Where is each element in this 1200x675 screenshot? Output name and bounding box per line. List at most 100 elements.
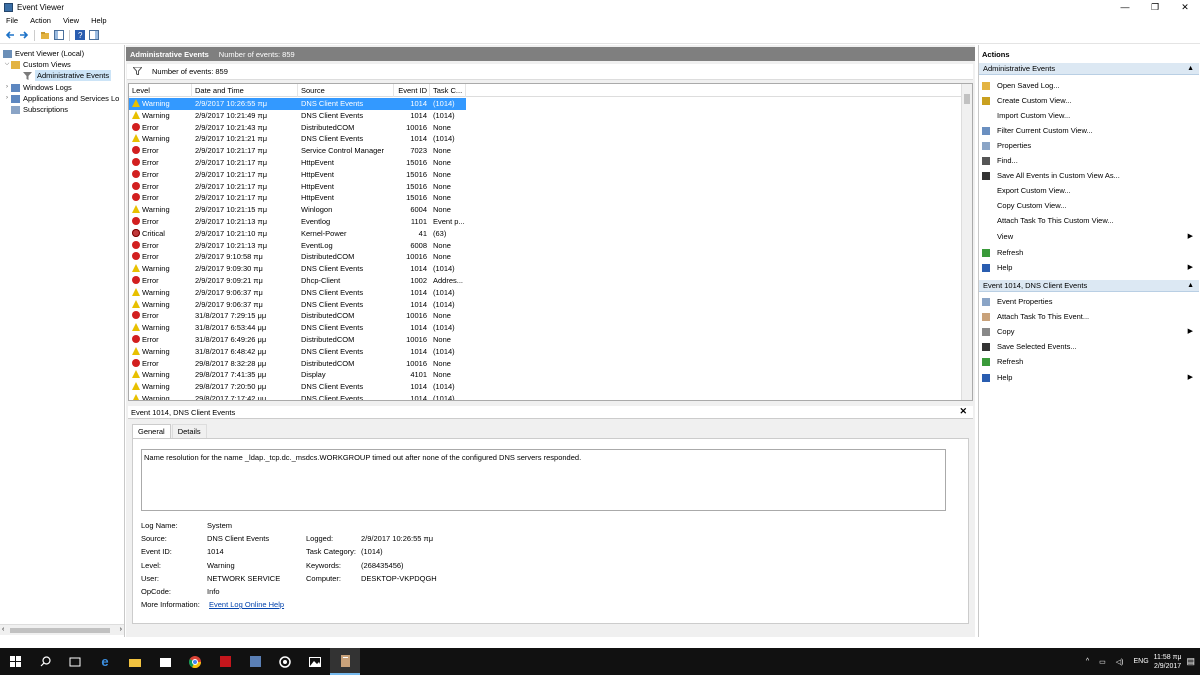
table-row[interactable]: Warning 2/9/2017 10:21:49 πμ DNS Client Ev… [129, 110, 964, 122]
table-row[interactable]: Warning 31/8/2017 6:53:44 μμ DNS Client Ev… [129, 322, 964, 334]
action-copy[interactable]: Copy ▶ [982, 326, 1197, 338]
collapse-icon[interactable]: ▲ [1187, 280, 1194, 292]
table-row[interactable]: Warning 2/9/2017 9:06:37 πμ DNS Client Eve… [129, 287, 964, 299]
expand-chevron-icon[interactable]: ⌵ [4, 59, 10, 70]
action-event-properties[interactable]: Event Properties [982, 296, 1197, 308]
table-row[interactable]: Error 2/9/2017 10:21:17 πμ HttpEvent 15016 N… [129, 192, 964, 204]
show-hidden-icons-icon[interactable]: ^ [1086, 658, 1089, 665]
action-save-all-events-in-custom-view-as[interactable]: Save All Events in Custom View As... [982, 170, 1197, 182]
tree-node-applications-services[interactable]: › Applications and Services Lo [4, 93, 119, 104]
table-row[interactable]: Warning 2/9/2017 10:21:21 πμ DNS Client Ev… [129, 133, 964, 145]
action-save-selected-events[interactable]: Save Selected Events... [982, 341, 1197, 353]
minimize-button[interactable]: — [1110, 0, 1140, 14]
table-row[interactable]: Error 2/9/2017 10:21:17 πμ HttpEvent 15016 N… [129, 169, 964, 181]
show-action-pane-icon[interactable] [89, 30, 99, 40]
chrome-icon[interactable] [180, 648, 210, 675]
table-row[interactable]: Error 2/9/2017 10:21:17 πμ HttpEvent 15016 N… [129, 157, 964, 169]
action-attach-task-to-this-event[interactable]: Attach Task To This Event... [982, 311, 1197, 323]
expand-chevron-icon[interactable]: › [4, 82, 10, 93]
network-icon[interactable]: ▭ [1099, 658, 1106, 666]
scroll-right-icon[interactable]: › [120, 626, 122, 633]
scroll-left-icon[interactable]: ‹ [2, 626, 4, 633]
expand-chevron-icon[interactable]: › [4, 93, 10, 104]
action-attach-task-to-this-custom-view[interactable]: Attach Task To This Custom View... [982, 215, 1197, 227]
table-row[interactable]: Warning 29/8/2017 7:41:35 μμ Display 4101 No… [129, 369, 964, 381]
tree-horizontal-scrollbar[interactable]: ‹ › [0, 624, 124, 635]
action-help[interactable]: Help ▶ [982, 372, 1197, 384]
menu-view[interactable]: View [57, 16, 85, 25]
events-vertical-scrollbar[interactable] [961, 84, 972, 400]
action-properties[interactable]: Properties [982, 140, 1197, 152]
table-row[interactable]: Error 2/9/2017 10:21:13 πμ Eventlog 1101 Eve… [129, 216, 964, 228]
action-refresh[interactable]: Refresh [982, 247, 1197, 259]
action-find[interactable]: Find... [982, 155, 1197, 167]
back-icon[interactable] [5, 30, 15, 40]
column-source[interactable]: Source [298, 84, 394, 97]
restore-button[interactable]: ❐ [1140, 0, 1170, 14]
media-icon[interactable] [270, 648, 300, 675]
tree-node-custom-views[interactable]: ⌵ Custom Views [4, 59, 71, 70]
table-row[interactable]: Error 2/9/2017 9:09:21 πμ Dhcp-Client 1002 A… [129, 275, 964, 287]
table-row[interactable]: Critical 2/9/2017 10:21:10 πμ Kernel-Power… [129, 228, 964, 240]
clock[interactable]: 11:58 πμ 2/9/2017 [1154, 653, 1182, 671]
tab-general[interactable]: General [132, 424, 171, 438]
table-row[interactable]: Warning 2/9/2017 10:21:15 πμ Winlogon 6004 N… [129, 204, 964, 216]
notifications-icon[interactable]: ▤ [1186, 656, 1195, 667]
action-help[interactable]: Help ▶ [982, 262, 1197, 274]
column-task-category[interactable]: Task C... [430, 84, 466, 97]
table-row[interactable]: Warning 2/9/2017 9:09:30 πμ DNS Client Eve… [129, 263, 964, 275]
table-row[interactable]: Error 31/8/2017 7:29:15 μμ DistributedCOM 1… [129, 310, 964, 322]
action-refresh[interactable]: Refresh [982, 356, 1197, 368]
folder-up-icon[interactable] [40, 30, 50, 40]
table-row[interactable]: Warning 2/9/2017 10:26:55 πμ DNS Client Ev… [129, 98, 964, 110]
menu-help[interactable]: Help [85, 16, 112, 25]
actions-section-event[interactable]: Event 1014, DNS Client Events ▲ [979, 280, 1199, 292]
help-icon[interactable]: ? [75, 30, 85, 40]
photos-icon[interactable] [300, 648, 330, 675]
table-row[interactable]: Error 2/9/2017 9:10:58 πμ DistributedCOM 10… [129, 251, 964, 263]
table-row[interactable]: Error 2/9/2017 10:21:13 πμ EventLog 6008 Non… [129, 240, 964, 252]
store-icon[interactable] [150, 648, 180, 675]
collapse-icon[interactable]: ▲ [1187, 63, 1194, 75]
tree-node-windows-logs[interactable]: › Windows Logs [4, 82, 72, 93]
event-description[interactable]: Name resolution for the name _ldap._tcp.… [141, 449, 946, 511]
tab-details[interactable]: Details [171, 424, 207, 438]
column-level[interactable]: Level [129, 84, 192, 97]
tree-node-administrative-events[interactable]: Administrative Events [22, 70, 112, 81]
table-row[interactable]: Warning 2/9/2017 9:06:37 πμ DNS Client Eve… [129, 299, 964, 311]
tree-node-subscriptions[interactable]: Subscriptions [10, 104, 68, 115]
table-row[interactable]: Error 2/9/2017 10:21:17 πμ HttpEvent 15016 N… [129, 181, 964, 193]
table-row[interactable]: Warning 29/8/2017 7:20:50 μμ DNS Client Ev… [129, 381, 964, 393]
event-log-online-help-link[interactable]: Event Log Online Help [209, 600, 284, 609]
search-icon[interactable] [30, 648, 60, 675]
scroll-thumb[interactable] [964, 94, 970, 104]
action-filter-current-custom-view[interactable]: Filter Current Custom View... [982, 125, 1197, 137]
forward-icon[interactable] [19, 30, 29, 40]
table-row[interactable]: Warning 31/8/2017 6:48:42 μμ DNS Client Ev… [129, 346, 964, 358]
close-icon[interactable]: ✕ [959, 406, 967, 417]
task-view-icon[interactable] [60, 648, 90, 675]
table-row[interactable]: Warning 29/8/2017 7:17:42 μμ DNS Client Ev… [129, 393, 964, 400]
table-row[interactable]: Error 2/9/2017 10:21:17 πμ Service Control… [129, 145, 964, 157]
column-date-time[interactable]: Date and Time [192, 84, 298, 97]
action-create-custom-view[interactable]: Create Custom View... [982, 95, 1197, 107]
app-icon[interactable] [240, 648, 270, 675]
scroll-thumb[interactable] [10, 628, 110, 633]
menu-file[interactable]: File [0, 16, 24, 25]
console-tree-icon[interactable] [54, 30, 64, 40]
column-event-id[interactable]: Event ID [394, 84, 430, 97]
volume-icon[interactable]: ◁) [1116, 658, 1124, 666]
tree-node-root[interactable]: Event Viewer (Local) [2, 48, 84, 59]
actions-section-administrative-events[interactable]: Administrative Events ▲ [979, 63, 1199, 75]
action-copy-custom-view[interactable]: Copy Custom View... [982, 200, 1197, 212]
edge-icon[interactable]: e [90, 648, 120, 675]
close-button[interactable]: ✕ [1170, 0, 1200, 14]
action-import-custom-view[interactable]: Import Custom View... [982, 110, 1197, 122]
acrobat-icon[interactable] [210, 648, 240, 675]
file-explorer-icon[interactable] [120, 648, 150, 675]
action-export-custom-view[interactable]: Export Custom View... [982, 185, 1197, 197]
start-button[interactable] [0, 648, 30, 675]
language-indicator[interactable]: ENG [1134, 658, 1149, 665]
event-viewer-taskbar-icon[interactable] [330, 648, 360, 675]
action-view[interactable]: View ▶ [982, 231, 1197, 243]
